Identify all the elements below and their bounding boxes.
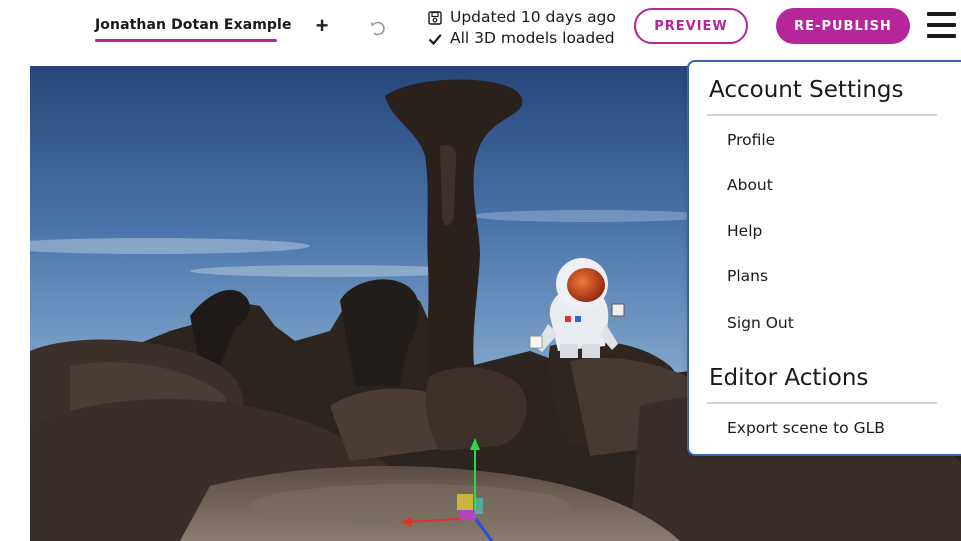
save-status-text: Updated 10 days ago — [450, 8, 616, 26]
account-settings-heading: Account Settings — [709, 77, 904, 103]
save-icon — [428, 10, 442, 25]
menu-item-sign-out[interactable]: Sign Out — [727, 314, 794, 332]
save-status-row: Updated 10 days ago — [428, 7, 616, 28]
editor-actions-heading: Editor Actions — [709, 365, 869, 391]
menu-item-about[interactable]: About — [727, 176, 773, 194]
scene-title-underline — [95, 39, 277, 42]
editor-actions-divider — [707, 402, 937, 404]
account-settings-divider — [707, 114, 937, 116]
account-dropdown-menu: Account Settings Profile About Help Plan… — [687, 60, 961, 456]
republish-button[interactable]: RE-PUBLISH — [776, 8, 910, 44]
models-status-text: All 3D models loaded — [450, 29, 615, 47]
checkmark-icon — [428, 33, 442, 45]
menu-item-plans[interactable]: Plans — [727, 267, 768, 285]
save-status: Updated 10 days ago All 3D models loaded — [428, 7, 616, 49]
menu-bar-middle — [927, 23, 956, 27]
plus-icon: + — [315, 13, 329, 38]
scene-title[interactable]: Jonathan Dotan Example — [95, 17, 292, 33]
menu-item-help[interactable]: Help — [727, 222, 762, 240]
preview-button[interactable]: PREVIEW — [634, 8, 748, 44]
menu-item-profile[interactable]: Profile — [727, 131, 775, 149]
add-object-button[interactable]: + — [313, 15, 331, 37]
models-status-row: All 3D models loaded — [428, 28, 616, 49]
menu-item-export-glb[interactable]: Export scene to GLB — [727, 419, 885, 437]
undo-button[interactable] — [368, 18, 388, 38]
top-bar: Jonathan Dotan Example + Updated 10 days… — [0, 0, 961, 56]
menu-bar-bottom — [927, 34, 956, 38]
undo-icon — [371, 21, 385, 36]
menu-bar-top — [927, 12, 956, 16]
hamburger-menu-icon[interactable] — [927, 11, 957, 39]
